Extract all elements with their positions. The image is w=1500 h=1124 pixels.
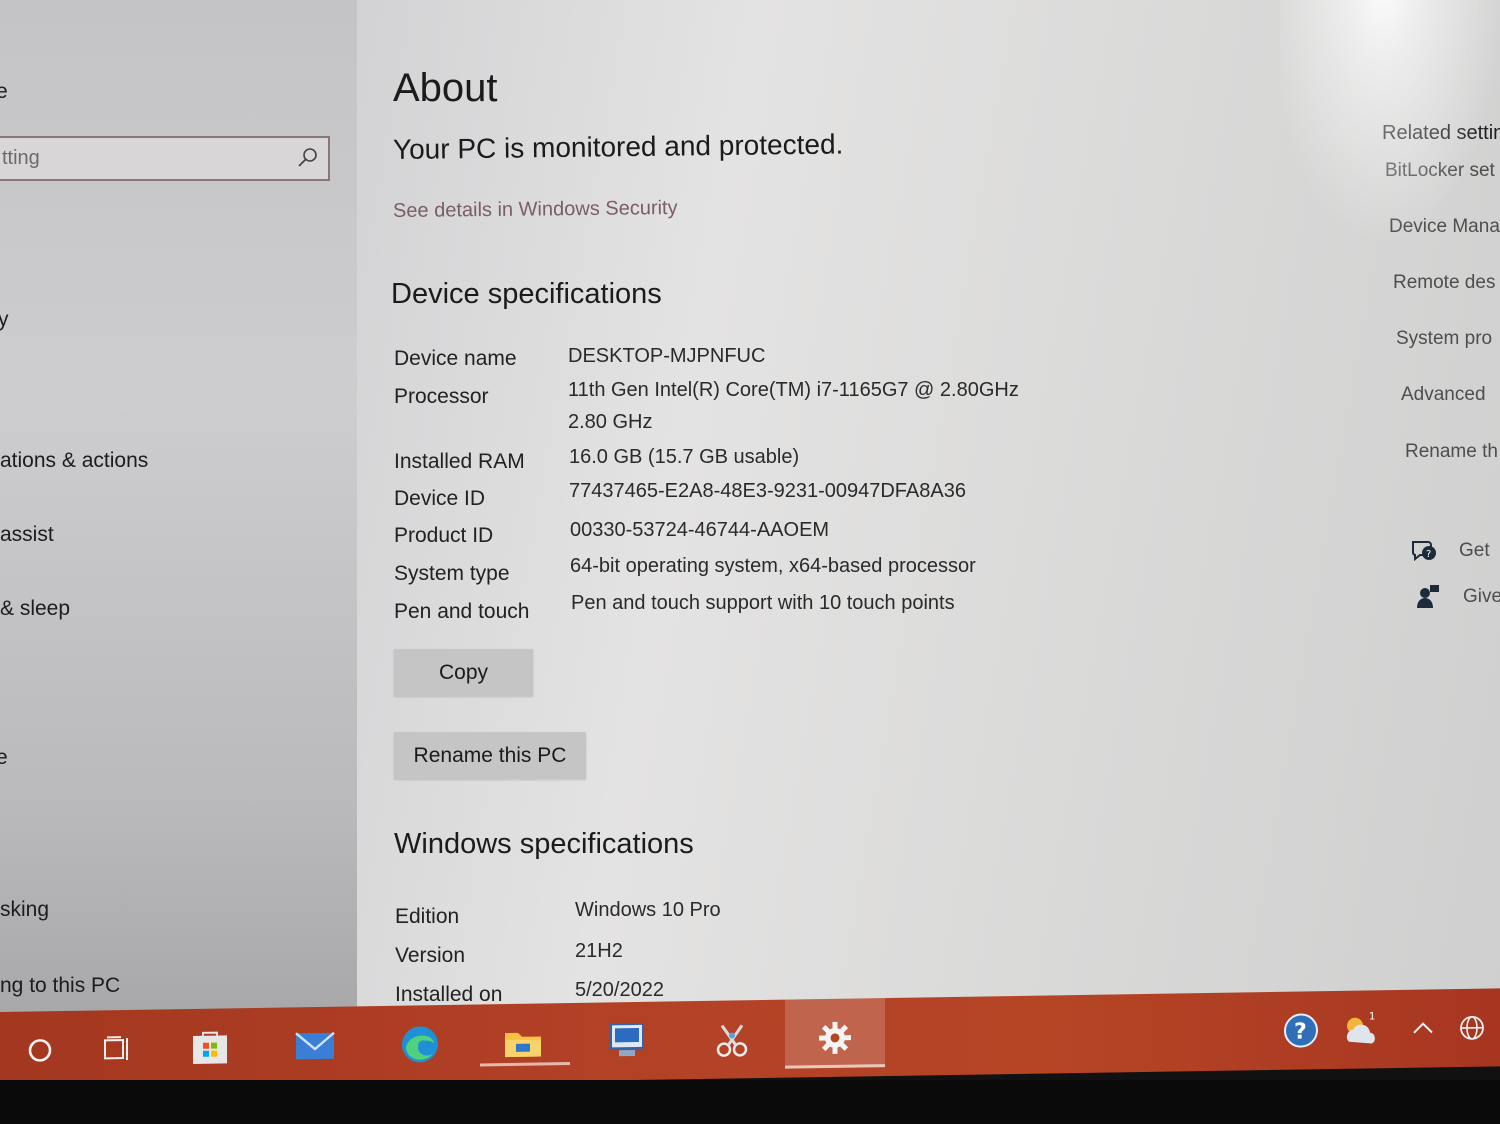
related-link-system-protection[interactable]: System pro [1396, 328, 1492, 350]
feedback-icon[interactable] [1416, 584, 1440, 610]
globe-icon[interactable] [1447, 1002, 1497, 1053]
monitor-bezel [0, 1080, 1500, 1124]
spec-value: Pen and touch support with 10 touch poin… [571, 592, 955, 614]
remote-desktop-icon[interactable] [602, 1016, 652, 1067]
chevron-up-icon[interactable] [1398, 1003, 1448, 1054]
spec-value: 77437465-E2A8-48E3-9231-00947DFA8A36 [569, 480, 966, 502]
get-help-link[interactable]: Get [1459, 540, 1490, 562]
spec-value: 64-bit operating system, x64-based proce… [570, 555, 976, 577]
weather-icon[interactable]: 1 [1336, 1004, 1386, 1055]
edge-icon[interactable] [395, 1019, 445, 1070]
svg-text:?: ? [1294, 1019, 1307, 1044]
spec-label: Processor [394, 385, 489, 408]
windows-security-link[interactable]: See details in Windows Security [393, 197, 678, 223]
about-page: About Your PC is monitored and protected… [357, 0, 1357, 1015]
spec-label: Version [395, 944, 466, 967]
give-feedback-link[interactable]: Give [1463, 586, 1500, 608]
weather-badge: 1 [1369, 1011, 1375, 1022]
store-icon[interactable] [185, 1022, 235, 1073]
sidebar-item-projecting[interactable]: ng to this PC [0, 974, 120, 998]
spec-label: Device name [394, 347, 517, 370]
help-icon[interactable]: ? [1276, 1005, 1326, 1056]
spec-value: 21H2 [575, 940, 623, 962]
file-explorer-icon[interactable] [498, 1017, 548, 1068]
snipping-tool-icon[interactable] [707, 1014, 757, 1065]
cortana-icon[interactable] [15, 1025, 65, 1076]
spec-label: Device ID [394, 487, 486, 510]
settings-icon[interactable] [810, 1012, 860, 1063]
spec-value-secondary: 2.80 GHz [568, 411, 653, 433]
sidebar-fragment-top: e [0, 80, 8, 103]
related-link-advanced-settings[interactable]: Advanced [1401, 384, 1486, 406]
get-help-icon[interactable]: ? [1410, 538, 1438, 564]
sidebar-item-notifications[interactable]: ations & actions [0, 449, 148, 473]
related-settings: Related settin BitLocker set Device Mana… [1370, 0, 1500, 1015]
svg-text:?: ? [1426, 549, 1431, 560]
sidebar-item-power-sleep[interactable]: & sleep [0, 597, 70, 621]
related-settings-heading: Related settin [1382, 122, 1500, 144]
spec-value: DESKTOP-MJPNFUC [568, 345, 766, 367]
sidebar: e y ations & actions assist & sleep e sk… [0, 0, 357, 1015]
related-link-rename[interactable]: Rename th [1405, 441, 1498, 463]
spec-value: 16.0 GB (15.7 GB usable) [569, 446, 800, 468]
rename-pc-button[interactable]: Rename this PC [394, 732, 586, 779]
sidebar-item-storage[interactable]: e [0, 746, 8, 770]
spec-label: System type [394, 562, 510, 585]
related-link-bitlocker[interactable]: BitLocker set [1385, 160, 1495, 182]
related-link-remote-desktop[interactable]: Remote des [1393, 272, 1495, 294]
related-link-device-manager[interactable]: Device Mana [1389, 216, 1500, 238]
spec-value: 11th Gen Intel(R) Core(TM) i7-1165G7 @ 2… [568, 379, 1019, 401]
search-icon[interactable] [296, 146, 320, 170]
search-input[interactable] [0, 138, 282, 179]
spec-label: Installed RAM [394, 450, 525, 473]
task-view-icon[interactable] [92, 1024, 142, 1075]
protection-status: Your PC is monitored and protected. [392, 128, 844, 165]
spec-label: Product ID [394, 524, 494, 547]
spec-label: Edition [395, 905, 460, 928]
copy-button[interactable]: Copy [394, 649, 533, 696]
device-specs-heading: Device specifications [391, 278, 662, 310]
search-field[interactable] [0, 136, 330, 181]
mail-icon[interactable] [290, 1021, 340, 1072]
settings-window: e y ations & actions assist & sleep e sk… [0, 0, 1500, 1050]
sidebar-item-multitasking[interactable]: sking [0, 898, 49, 922]
windows-specs-heading: Windows specifications [394, 828, 694, 860]
spec-value: 5/20/2022 [575, 979, 664, 1001]
spec-label: Pen and touch [394, 600, 530, 623]
spec-value: 00330-53724-46744-AAOEM [570, 519, 830, 541]
page-title: About [393, 66, 498, 110]
sidebar-item-focus-assist[interactable]: assist [0, 523, 54, 547]
sidebar-item[interactable]: y [0, 308, 9, 332]
spec-value: Windows 10 Pro [575, 899, 721, 921]
